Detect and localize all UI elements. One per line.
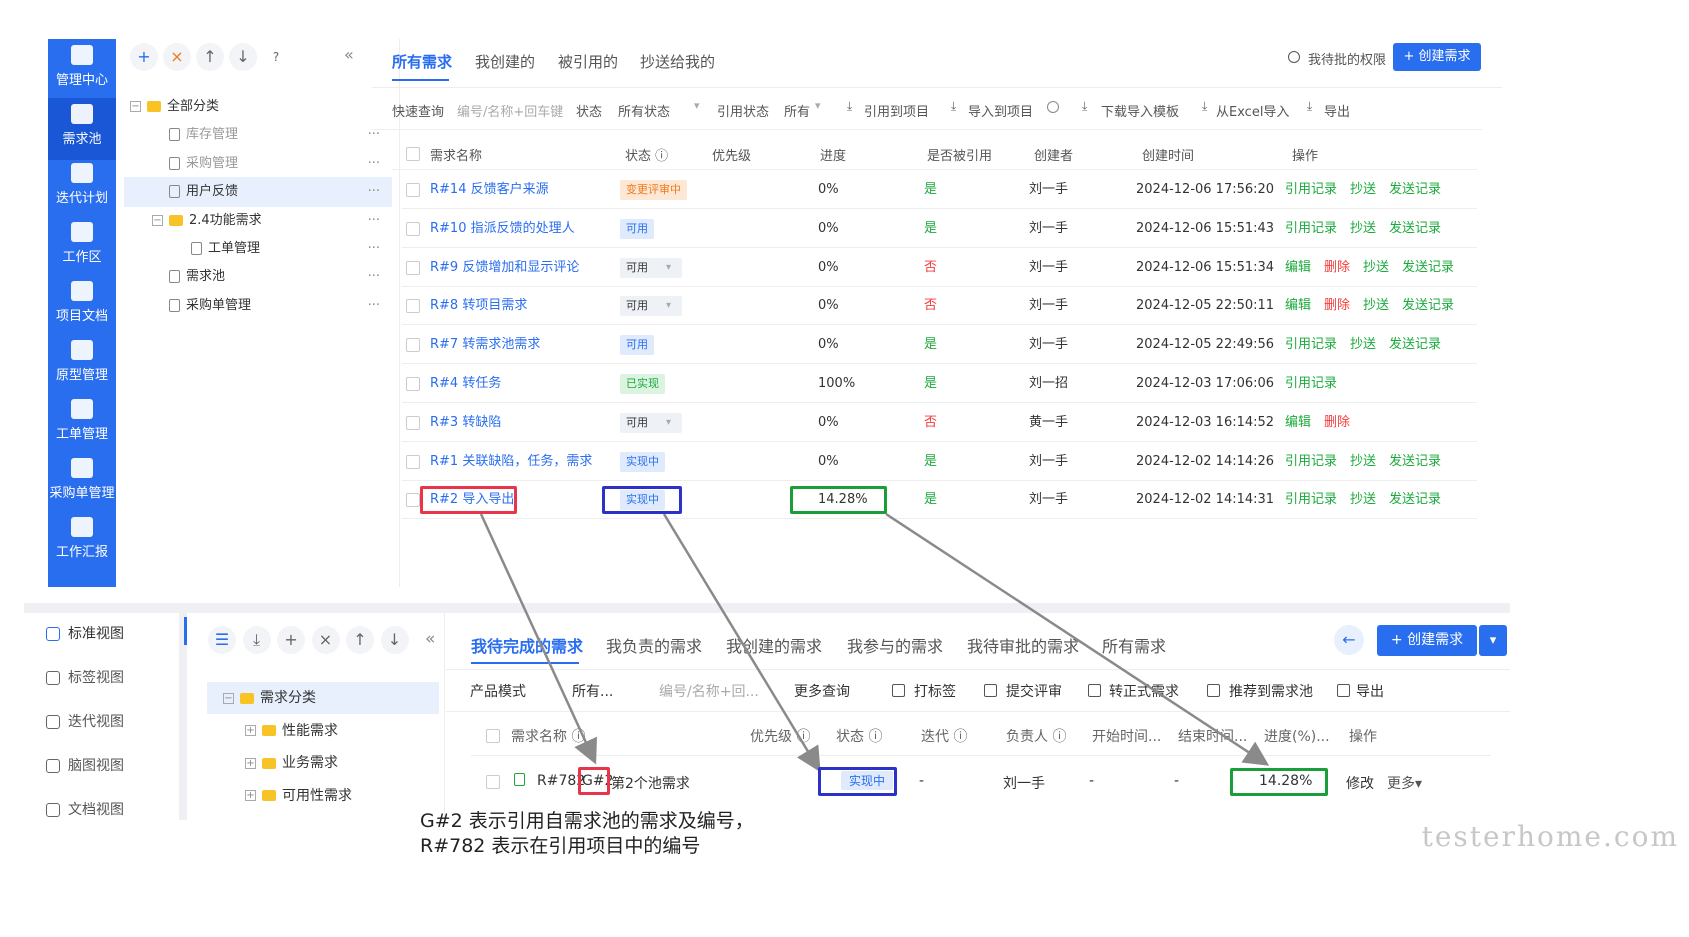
red-highlight-box-top (420, 486, 517, 514)
annotation-note-line1: G#2 表示引用自需求池的需求及编号， (420, 810, 754, 832)
blue-highlight-box-bottom (818, 767, 897, 796)
annotation-arrows (479, 512, 1270, 773)
blue-highlight-box-top (602, 486, 682, 514)
annotation-note-line2: R#782 表示在引用项目中的编号 (420, 835, 701, 857)
annotation-arrow (479, 513, 598, 765)
annotation-arrow (885, 512, 1270, 766)
watermark: testerhome.com (1421, 820, 1679, 853)
green-highlight-box-top (790, 486, 887, 514)
annotation-arrow (662, 513, 821, 773)
red-highlight-box-bottom (578, 767, 610, 795)
green-highlight-box-bottom (1230, 768, 1328, 796)
